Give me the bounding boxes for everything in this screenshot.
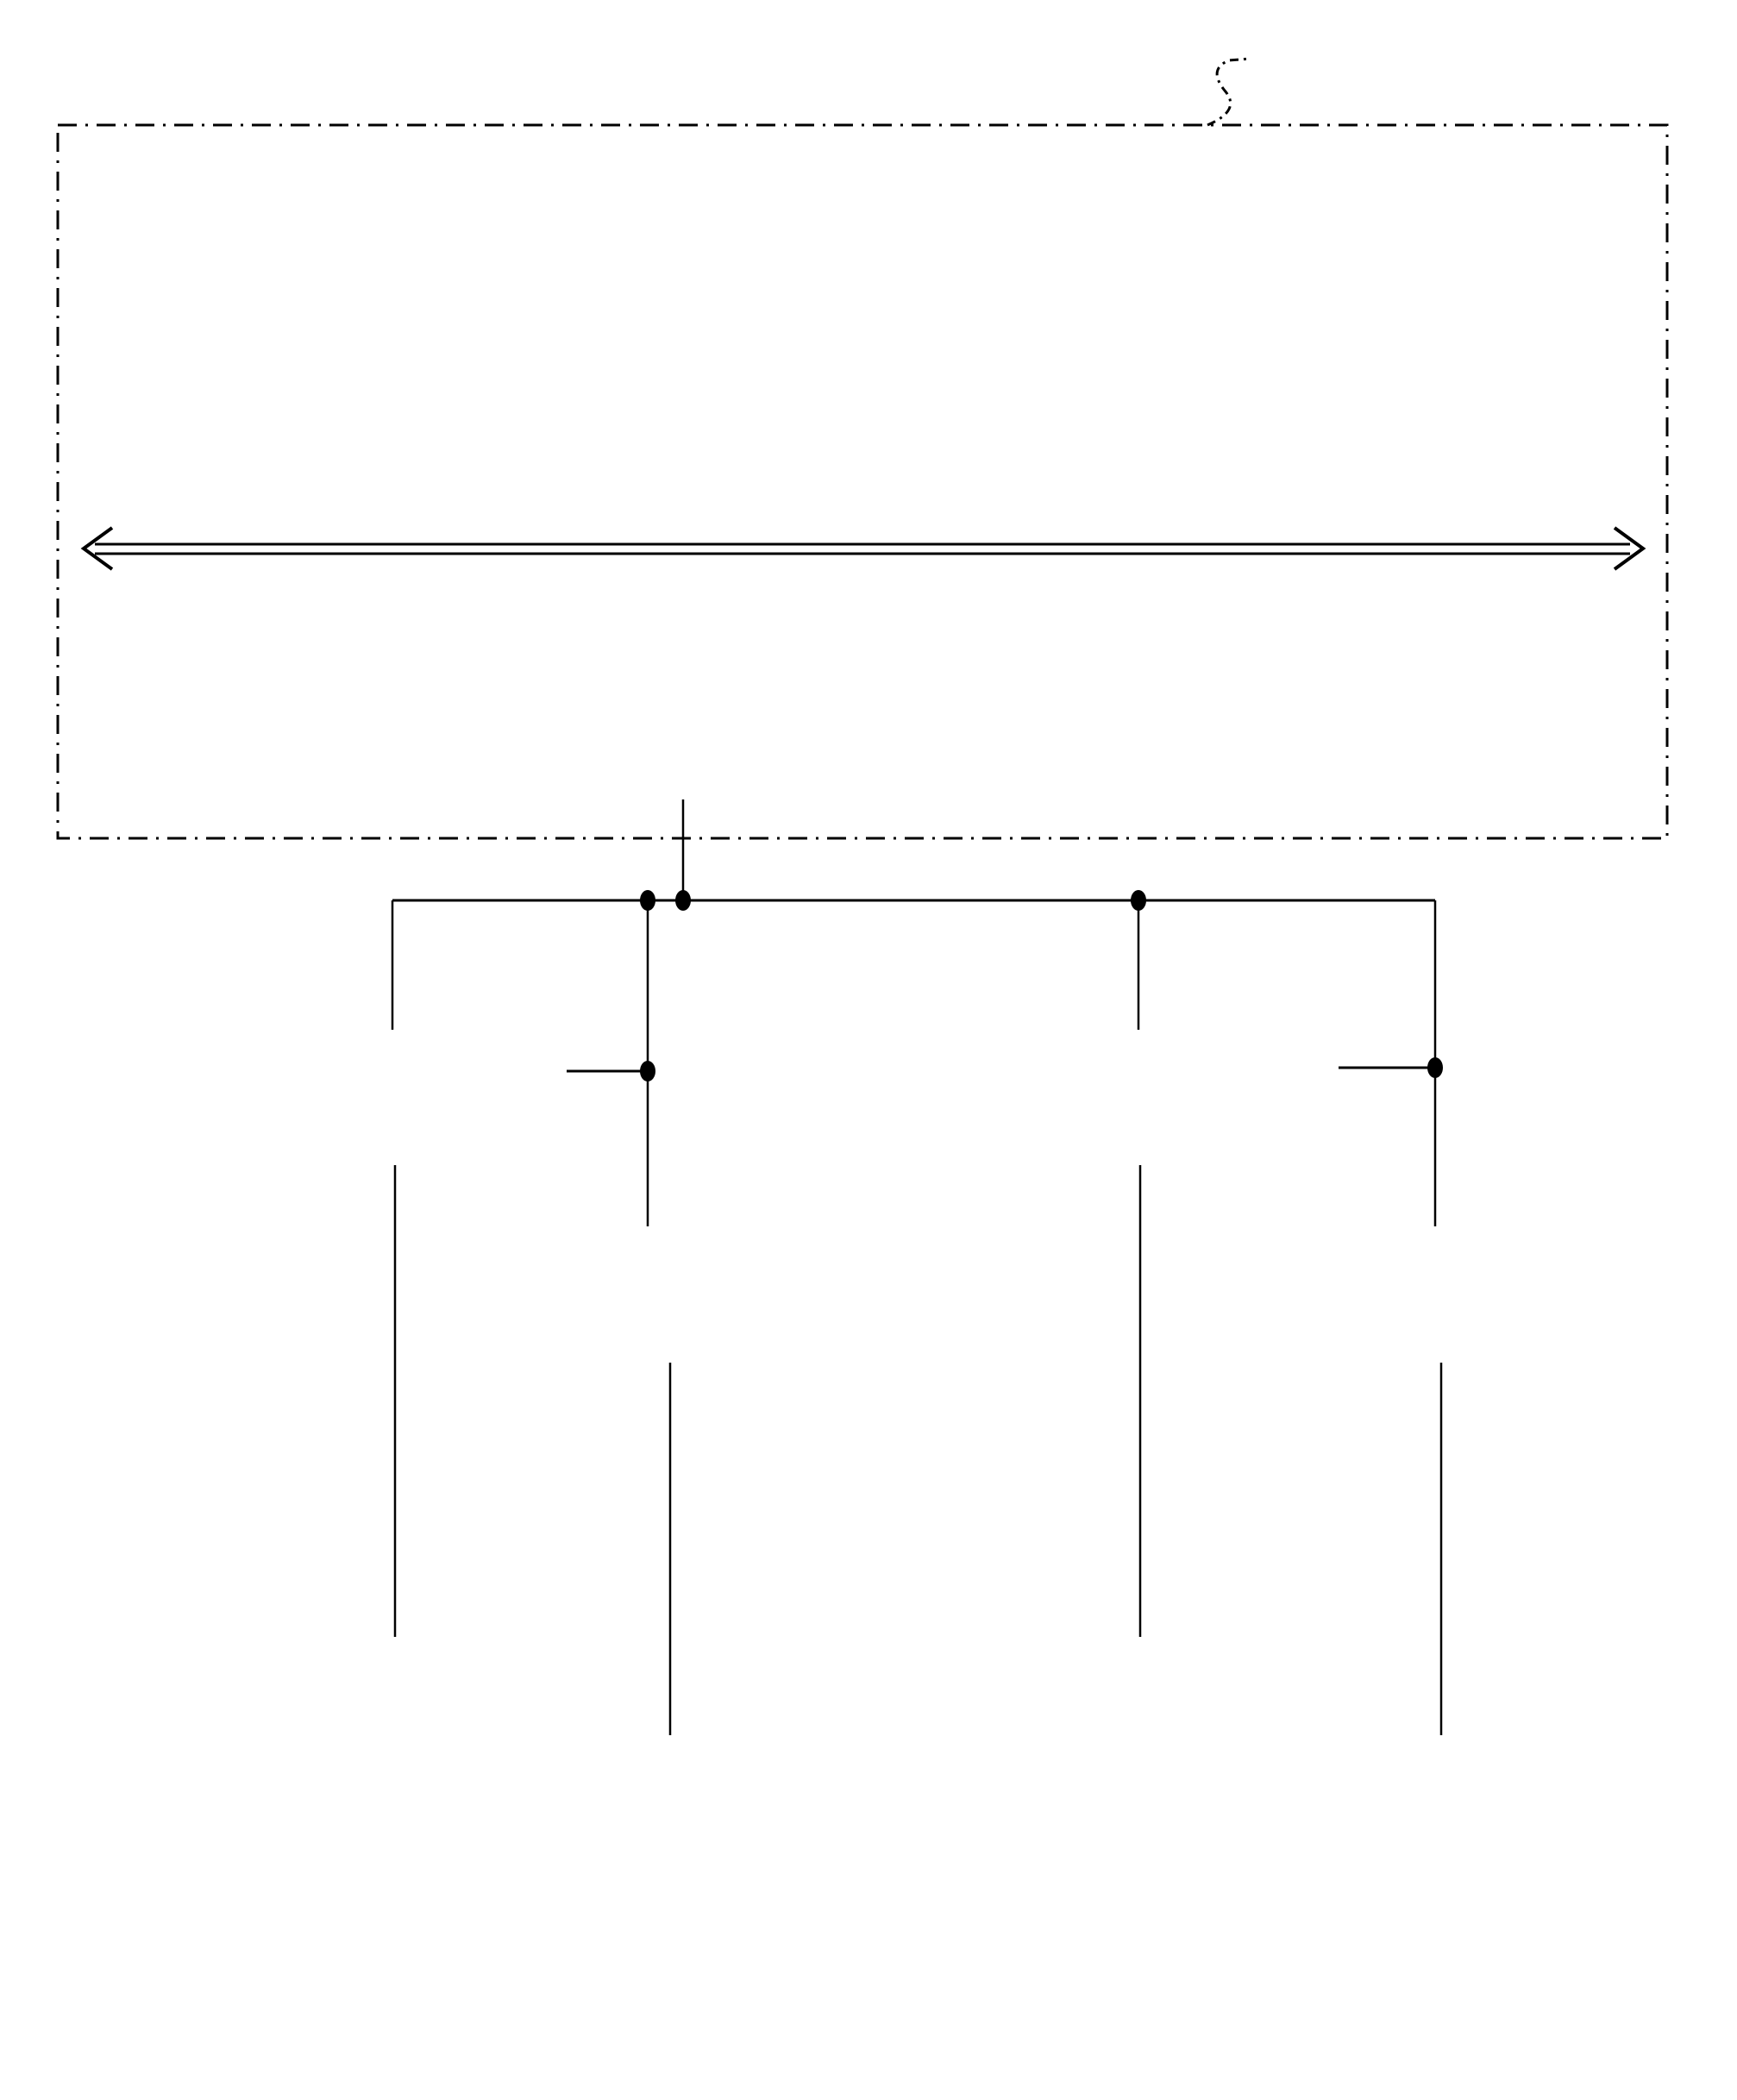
car-network xyxy=(391,890,1443,1735)
internal-bus xyxy=(80,526,1646,571)
junction-dot xyxy=(1427,1057,1443,1078)
apparatus-leader xyxy=(1207,57,1251,127)
junction-dot xyxy=(1131,890,1146,911)
apparatus-boundary xyxy=(56,123,1669,840)
bus-arrow-left-icon xyxy=(80,526,114,571)
junction-dot xyxy=(675,890,691,911)
bus-arrow-right-icon xyxy=(1613,526,1646,571)
elevator-system-block-diagram xyxy=(56,57,1669,1735)
junction-dot xyxy=(640,1061,655,1081)
junction-dot xyxy=(640,890,655,911)
